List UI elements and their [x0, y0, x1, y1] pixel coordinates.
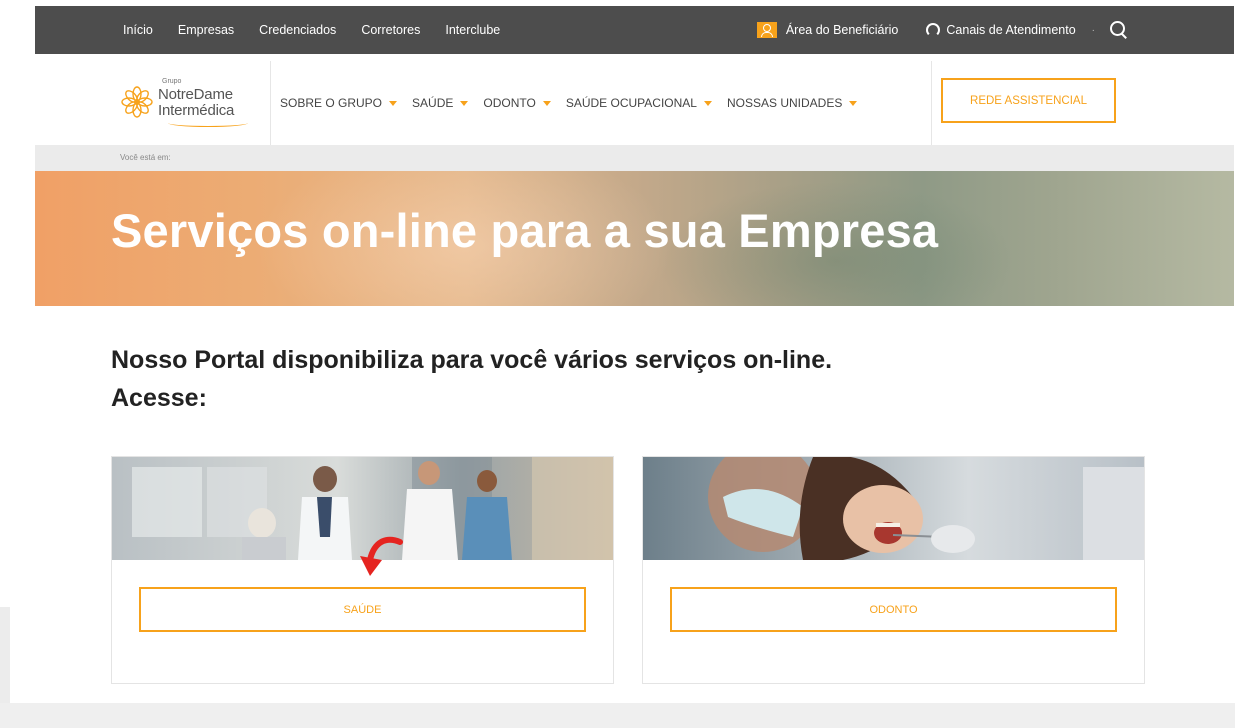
saude-button[interactable]: SAÚDE — [139, 587, 586, 632]
top-nav-interclube[interactable]: Interclube — [445, 23, 500, 37]
logo-swoosh — [168, 119, 248, 127]
card-odonto-image — [643, 457, 1144, 560]
top-nav-corretores[interactable]: Corretores — [361, 23, 420, 37]
rede-assistencial-button[interactable]: REDE ASSISTENCIAL — [941, 78, 1116, 123]
header-divider-right — [931, 61, 932, 145]
chevron-down-icon — [389, 100, 398, 106]
search-icon[interactable] — [1109, 20, 1129, 40]
area-beneficiario-link[interactable]: Área do Beneficiário — [756, 22, 899, 38]
intro-line-1: Nosso Portal disponibiliza para você vár… — [111, 346, 833, 374]
chevron-down-icon — [703, 100, 712, 106]
logo-intermedica-text: Intermédica — [158, 102, 235, 119]
dental-patient-photo — [643, 457, 1144, 560]
left-edge-strip — [0, 607, 10, 703]
chevron-down-icon — [542, 100, 551, 106]
nav-odonto[interactable]: ODONTO — [483, 96, 551, 110]
hero-banner: Serviços on-line para a sua Empresa — [35, 171, 1234, 306]
chevron-down-icon — [460, 100, 469, 106]
intro-text: Nosso Portal disponibiliza para você vár… — [111, 341, 832, 417]
logo-notredame-text: NotreDame — [158, 86, 233, 103]
top-right-tools: Área do Beneficiário Canais de Atendimen… — [756, 6, 1129, 54]
canais-atendimento-label: Canais de Atendimento — [946, 23, 1076, 37]
top-nav-inicio[interactable]: Início — [123, 23, 153, 37]
nav-nossas-unidades[interactable]: NOSSAS UNIDADES — [726, 96, 858, 110]
logo-flower-icon — [121, 86, 153, 118]
main-nav: SOBRE O GRUPO SAÚDE ODONTO SAÚDE OCUPACI… — [280, 61, 858, 145]
logo[interactable]: Grupo NotreDame Intermédica — [120, 75, 270, 131]
headset-icon — [926, 23, 941, 37]
nav-saude-ocupacional-label: SAÚDE OCUPACIONAL — [565, 96, 697, 110]
page-title: Serviços on-line para a sua Empresa — [111, 204, 939, 257]
canais-atendimento-link[interactable]: Canais de Atendimento — [926, 23, 1076, 37]
breadcrumb-label: Você está em: — [120, 153, 171, 162]
area-beneficiario-label: Área do Beneficiário — [785, 23, 899, 37]
card-odonto: ODONTO — [642, 456, 1145, 684]
logo-grupo-text: Grupo — [162, 78, 182, 85]
separator-dot: · — [1091, 24, 1095, 36]
user-icon — [756, 22, 777, 38]
main-header: Grupo NotreDame Intermédica SOBRE O GRUP… — [35, 61, 1234, 145]
nav-sobre-o-grupo-label: SOBRE O GRUPO — [280, 96, 383, 110]
nav-odonto-label: ODONTO — [483, 96, 536, 110]
breadcrumb: Você está em: — [35, 145, 1234, 171]
nav-nossas-unidades-label: NOSSAS UNIDADES — [726, 96, 843, 110]
chevron-down-icon — [849, 100, 858, 106]
top-bar-background: Início Empresas Credenciados Corretores … — [35, 6, 1234, 54]
odonto-button[interactable]: ODONTO — [670, 587, 1117, 632]
bottom-band — [0, 703, 1235, 728]
top-nav: Início Empresas Credenciados Corretores … — [123, 6, 500, 54]
intro-line-2: Acesse: — [111, 384, 207, 412]
nav-saude-ocupacional[interactable]: SAÚDE OCUPACIONAL — [566, 96, 712, 110]
top-nav-credenciados[interactable]: Credenciados — [259, 23, 336, 37]
nav-saude[interactable]: SAÚDE — [412, 96, 469, 110]
nav-saude-label: SAÚDE — [412, 96, 454, 110]
top-bar: Início Empresas Credenciados Corretores … — [0, 0, 1235, 61]
nav-sobre-o-grupo[interactable]: SOBRE O GRUPO — [280, 96, 398, 110]
top-nav-empresas[interactable]: Empresas — [178, 23, 234, 37]
annotation-arrow-icon — [360, 536, 403, 576]
header-divider-left — [270, 61, 271, 145]
